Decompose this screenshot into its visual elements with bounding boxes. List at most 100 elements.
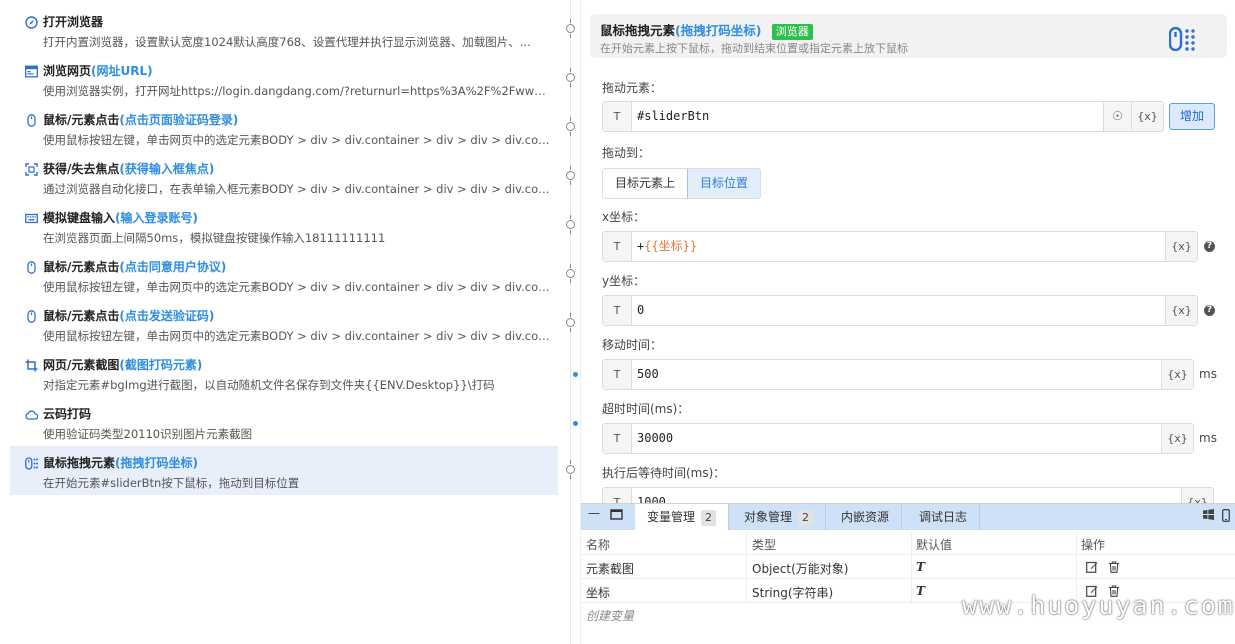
step-title: 鼠标/元素点击(点击发送验证码)	[43, 309, 215, 323]
step-title: 模拟键盘输入(输入登录账号)	[43, 211, 198, 225]
step-desc: 在浏览器页面上间隔50ms，模拟键盘按键操作输入18111111111	[43, 231, 386, 245]
variable-button[interactable]: {x}	[1165, 296, 1197, 325]
browser-badge: 浏览器	[771, 24, 813, 40]
step-item[interactable]: 模拟键盘输入(输入登录账号) 在浏览器页面上间隔50ms，模拟键盘按键操作输入1…	[10, 201, 558, 250]
step-desc: 在开始元素#sliderBtn按下鼠标，拖动到目标位置	[43, 476, 300, 490]
step-title: 鼠标/元素点击(点击页面验证码登录)	[43, 113, 239, 127]
seg-target-position[interactable]: 目标位置	[687, 169, 761, 198]
step-item-active[interactable]: 鼠标拖拽元素(拖拽打码坐标) 在开始元素#sliderBtn按下鼠标，拖动到目标…	[10, 446, 558, 495]
timeline-node	[566, 19, 575, 38]
column-header: 名称	[586, 538, 611, 552]
seg-target-element[interactable]: 目标元素上	[603, 169, 688, 198]
column-divider	[746, 531, 747, 603]
help-icon[interactable]: ?	[1204, 305, 1215, 316]
dock-tabbar: — 变量管理 2 对象管理 2 内嵌资源 调试日志	[581, 504, 1235, 530]
var-name[interactable]: 元素截图	[586, 560, 634, 577]
minimize-icon[interactable]: —	[588, 506, 600, 520]
cloud-icon	[25, 408, 38, 421]
step-title: 网页/元素截图(截图打码元素)	[43, 358, 203, 372]
step-item[interactable]: 打开浏览器 打开内置浏览器，设置默认宽度1024默认高度768、设置代理并执行显…	[10, 5, 558, 54]
help-icon[interactable]: ?	[1204, 241, 1215, 252]
timeline-node	[566, 460, 575, 479]
y-field[interactable]: T 0 {x}	[602, 295, 1198, 326]
target-picker-icon[interactable]: ☉	[1103, 102, 1131, 131]
variable-button[interactable]: {x}	[1161, 424, 1193, 453]
mouse-icon	[25, 261, 38, 274]
var-name[interactable]: 坐标	[586, 584, 610, 601]
step-item[interactable]: 鼠标/元素点击(点击页面验证码登录) 使用鼠标按钮左键，单击网页中的选定元素BO…	[10, 103, 558, 152]
browser-window-icon	[25, 65, 38, 78]
timeline-node	[566, 313, 575, 332]
step-item[interactable]: 浏览网页(网址URL) 使用浏览器实例，打开网址https://login.da…	[10, 54, 558, 103]
timeout-input[interactable]: 30000	[637, 424, 673, 453]
command-header: 鼠标拖拽元素(拖拽打码坐标) 浏览器 在开始元素上按下鼠标，拖动到结束位置或指定…	[590, 14, 1227, 58]
tab-objects[interactable]: 对象管理 2	[732, 504, 827, 530]
drag-to-selector[interactable]: 目标元素上 目标位置	[602, 168, 762, 199]
var-default[interactable]: T	[916, 584, 925, 598]
variable-button[interactable]: {x}	[1165, 232, 1197, 261]
table-header: 名称 类型 默认值 操作	[581, 531, 1235, 555]
delete-icon[interactable]	[1108, 561, 1120, 573]
tab-embedded-resources[interactable]: 内嵌资源	[829, 504, 903, 530]
timeline-node	[566, 166, 575, 185]
x-field[interactable]: T +{{坐标}} {x}	[602, 231, 1198, 262]
x-input[interactable]: +{{坐标}}	[637, 232, 697, 261]
step-title: 鼠标拖拽元素(拖拽打码坐标)	[43, 456, 198, 470]
type-toggle[interactable]: T	[603, 360, 632, 389]
step-item[interactable]: 鼠标/元素点击(点击同意用户协议) 使用鼠标按钮左键，单击网页中的选定元素BOD…	[10, 250, 558, 299]
timeline-node	[566, 68, 575, 87]
drag-mouse-icon	[25, 457, 38, 470]
step-title: 浏览网页(网址URL)	[43, 64, 153, 78]
move-time-field[interactable]: T 500 {x}	[602, 359, 1194, 390]
step-title: 获得/失去焦点(获得输入框焦点)	[43, 162, 215, 176]
var-type[interactable]: Object(万能对象)	[752, 560, 848, 577]
bottom-dock: — 变量管理 2 对象管理 2 内嵌资源 调试日志 名称 类型 默认值 操作 元…	[581, 503, 1235, 644]
command-desc: 在开始元素上按下鼠标，拖动到结束位置或指定元素上放下鼠标	[600, 42, 908, 55]
move-time-label: 移动时间：	[602, 338, 663, 352]
tab-variables[interactable]: 变量管理 2	[635, 504, 730, 530]
restore-icon[interactable]	[610, 508, 623, 523]
step-item[interactable]: 云码打码 使用验证码类型20110识别图片元素截图	[10, 397, 558, 446]
step-desc: 打开内置浏览器，设置默认宽度1024默认高度768、设置代理并执行显示浏览器、加…	[43, 35, 531, 49]
step-item[interactable]: 网页/元素截图(截图打码元素) 对指定元素#bgImg进行截图，以自动随机文件名…	[10, 348, 558, 397]
column-header: 默认值	[916, 538, 953, 552]
step-desc: 通过浏览器自动化接口，在表单输入框元素BODY > div > div.cont…	[43, 182, 553, 196]
type-toggle[interactable]: T	[603, 424, 632, 453]
property-panel: 鼠标拖拽元素(拖拽打码坐标) 浏览器 在开始元素上按下鼠标，拖动到结束位置或指定…	[580, 0, 1235, 644]
command-title: 鼠标拖拽元素(拖拽打码坐标) 浏览器	[600, 20, 813, 40]
type-toggle[interactable]: T	[603, 102, 632, 131]
drag-element-input[interactable]: #sliderBtn	[637, 102, 709, 131]
x-label: x坐标：	[602, 210, 646, 224]
wait-label: 执行后等待时间(ms)：	[602, 466, 726, 480]
variable-button[interactable]: {x}	[1161, 360, 1193, 389]
create-variable-button[interactable]: 创建变量	[586, 607, 634, 624]
drag-element-field[interactable]: T #sliderBtn ☉ {x}	[602, 101, 1164, 132]
type-toggle[interactable]: T	[603, 232, 632, 261]
add-button[interactable]: 增加	[1169, 103, 1215, 130]
timeline-node	[566, 117, 575, 136]
mobile-icon[interactable]	[1222, 509, 1230, 525]
timeline-node	[566, 264, 575, 283]
step-desc: 使用鼠标按钮左键，单击网页中的选定元素BODY > div > div.cont…	[43, 280, 553, 294]
focus-icon	[25, 163, 38, 176]
var-type[interactable]: String(字符串)	[752, 584, 833, 601]
tab-debug-log[interactable]: 调试日志	[907, 504, 981, 530]
y-input[interactable]: 0	[637, 296, 644, 325]
step-item[interactable]: 获得/失去焦点(获得输入框焦点) 通过浏览器自动化接口，在表单输入框元素BODY…	[10, 152, 558, 201]
timeline-node	[566, 215, 575, 234]
column-header: 类型	[752, 538, 777, 552]
column-header: 操作	[1081, 538, 1106, 552]
edit-icon[interactable]	[1086, 561, 1098, 573]
type-toggle[interactable]: T	[603, 296, 632, 325]
variable-button[interactable]: {x}	[1131, 102, 1163, 131]
ms-unit: ms	[1199, 431, 1217, 445]
step-list: 打开浏览器 打开内置浏览器，设置默认宽度1024默认高度768、设置代理并执行显…	[0, 0, 578, 644]
step-item[interactable]: 鼠标/元素点击(点击发送验证码) 使用鼠标按钮左键，单击网页中的选定元素BODY…	[10, 299, 558, 348]
move-time-input[interactable]: 500	[637, 360, 659, 389]
timeout-field[interactable]: T 30000 {x}	[602, 423, 1194, 454]
drag-element-label: 拖动元素：	[602, 81, 663, 95]
step-title: 打开浏览器	[43, 15, 104, 29]
table-row[interactable]: 元素截图 Object(万能对象) T	[581, 555, 1235, 579]
var-default[interactable]: T	[916, 560, 925, 574]
windows-icon[interactable]	[1203, 509, 1214, 523]
